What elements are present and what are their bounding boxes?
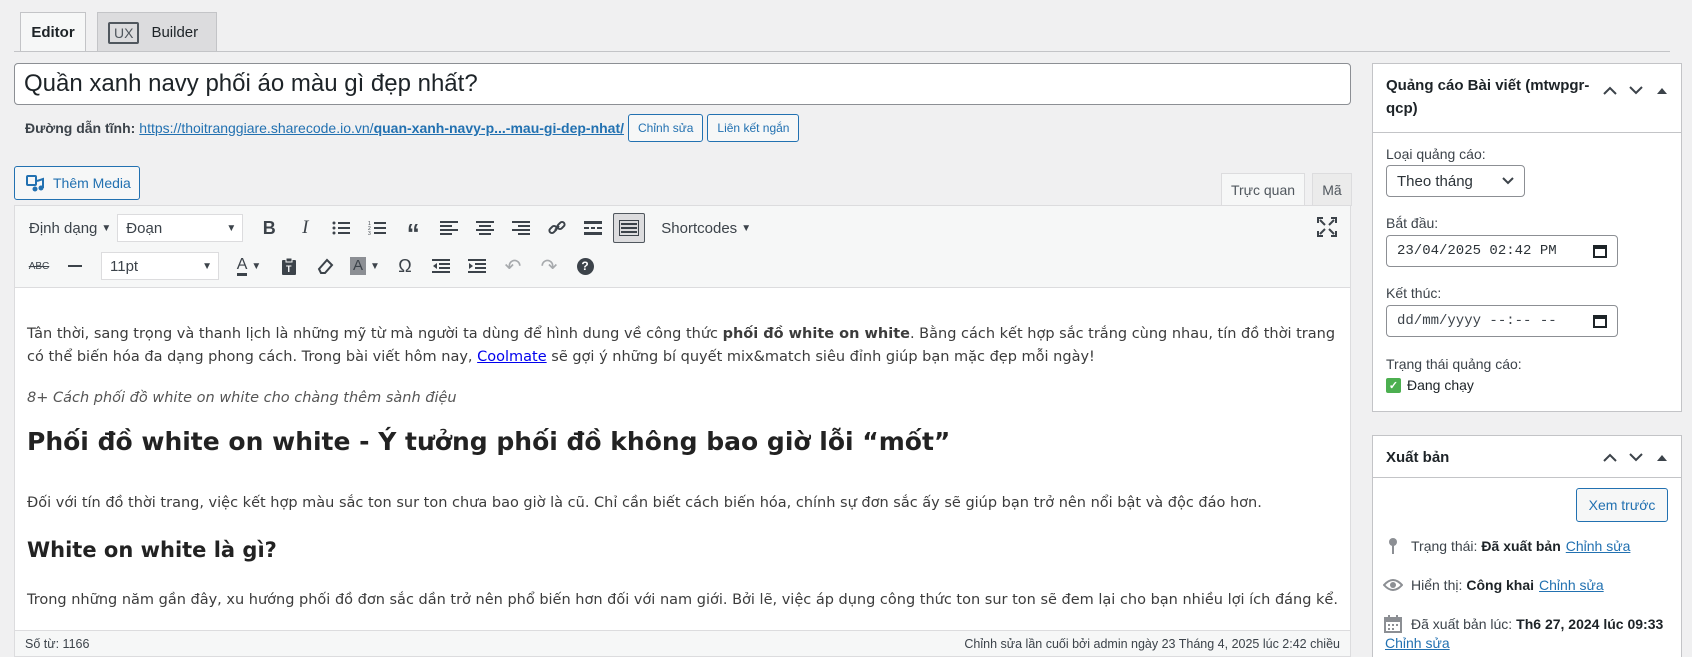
italic-icon[interactable]: I <box>289 213 321 243</box>
content-editor: Định dạng ▼ Đoạn ▼ B I 123 “ Shortcodes ▼ A… <box>14 205 1351 657</box>
paragraph: Trong những năm gần đây, xu hướng phối đ… <box>27 592 1338 608</box>
paragraph: Tân thời, sang trọng và thanh lịch là nh… <box>27 326 1336 365</box>
box-controls <box>1597 78 1675 102</box>
tab-ux-builder[interactable]: UX Builder <box>97 12 217 52</box>
permalink-row: Đường dẫn tĩnh: https://thoitranggiare.s… <box>25 113 800 143</box>
ad-type-label: Loại quảng cáo: <box>1386 146 1486 162</box>
publish-status-row: Trạng thái: Đã xuất bản Chỉnh sửa <box>1383 536 1630 556</box>
toolbar-row-1: Định dạng ▼ Đoạn ▼ B I 123 “ Shortcodes ▼ <box>23 211 757 246</box>
toolbar-toggle-icon[interactable] <box>613 213 646 243</box>
calendar-icon[interactable] <box>1593 314 1607 328</box>
toolbar-row-2: ABC 11pt ▼ A ▼ T A ▼ Ω ↶ ↷ ? <box>23 249 605 283</box>
heading-3: White on white là gì? <box>27 538 277 562</box>
bullet-list-icon[interactable] <box>325 213 357 243</box>
permalink-label: Đường dẫn tĩnh: <box>25 120 136 136</box>
read-more-icon[interactable] <box>577 213 609 243</box>
tab-text[interactable]: Mã <box>1312 173 1352 206</box>
visibility-row: Hiển thị: Công khai Chỉnh sửa <box>1383 575 1604 595</box>
eye-icon <box>1383 575 1403 595</box>
strikethrough-icon[interactable]: ABC <box>23 251 55 281</box>
pin-icon <box>1383 536 1403 556</box>
move-down-icon[interactable] <box>1623 445 1649 469</box>
paragraph: Đối với tín đồ thời trang, việc kết hợp … <box>27 495 1262 511</box>
ux-icon: UX <box>108 21 140 44</box>
background-color-icon[interactable]: A ▼ <box>345 251 385 281</box>
shortlink-button[interactable]: Liên kết ngắn <box>707 114 800 142</box>
redo-icon[interactable]: ↷ <box>533 251 565 281</box>
preview-button[interactable]: Xem trước <box>1576 488 1668 522</box>
move-down-icon[interactable] <box>1623 78 1649 102</box>
editor-status-bar: Số từ: 1166 Chỉnh sửa lần cuối bởi admin… <box>15 630 1350 656</box>
align-right-icon[interactable] <box>505 213 537 243</box>
edit-visibility-link[interactable]: Chỉnh sửa <box>1539 577 1604 593</box>
published-date-row: Đã xuất bản lúc: Th6 27, 2024 lúc 09:33 <box>1383 614 1663 634</box>
calendar-icon[interactable] <box>1593 244 1607 258</box>
undo-icon[interactable]: ↶ <box>497 251 529 281</box>
blockquote-icon[interactable]: “ <box>397 213 429 246</box>
chevron-down-icon <box>1502 177 1514 185</box>
paste-text-icon[interactable]: T <box>273 251 305 281</box>
ad-status-value: ✓ Đang chạy <box>1386 377 1474 393</box>
horizontal-line-icon[interactable] <box>59 251 91 281</box>
shortcodes-menu[interactable]: Shortcodes ▼ <box>655 213 757 243</box>
divider <box>14 51 1670 52</box>
special-character-icon[interactable]: Ω <box>389 251 421 281</box>
box-title: Quảng cáo Bài viết (mtwpgr-qcp) <box>1386 77 1590 117</box>
calendar-icon <box>1383 614 1403 634</box>
link-icon[interactable] <box>541 213 573 243</box>
coolmate-link[interactable]: Coolmate <box>477 349 547 365</box>
check-icon: ✓ <box>1386 377 1401 393</box>
start-date-label: Bắt đầu: <box>1386 215 1439 231</box>
ad-type-select[interactable]: Theo tháng <box>1386 165 1525 197</box>
chevron-down-icon: ▼ <box>226 222 237 234</box>
collapse-icon[interactable] <box>1649 78 1675 102</box>
indent-icon[interactable] <box>461 251 493 281</box>
align-left-icon[interactable] <box>433 213 465 243</box>
box-header: Xuất bản <box>1373 436 1681 478</box>
end-datetime-field[interactable]: dd/mm/yyyy --:-- -- <box>1386 305 1618 337</box>
permalink-edit-button[interactable]: Chỉnh sửa <box>628 114 704 142</box>
publish-box: Xuất bản Xem trước Trạng thái: Đã xuất bả… <box>1372 435 1682 657</box>
ad-settings-box: Quảng cáo Bài viết (mtwpgr-qcp) Loại quả… <box>1372 63 1682 412</box>
help-icon[interactable]: ? <box>569 251 601 281</box>
ad-status-label: Trạng thái quảng cáo: <box>1386 356 1522 372</box>
image-caption: 8+ Cách phối đồ white on white cho chàng… <box>27 390 457 406</box>
clear-formatting-icon[interactable] <box>309 251 341 281</box>
edit-status-link[interactable]: Chỉnh sửa <box>1566 538 1631 554</box>
word-count: Số từ: 1166 <box>25 636 90 651</box>
numbered-list-icon[interactable]: 123 <box>361 213 393 243</box>
svg-text:3: 3 <box>368 231 371 236</box>
post-title-input[interactable] <box>14 63 1351 105</box>
collapse-icon[interactable] <box>1649 445 1675 469</box>
svg-text:T: T <box>286 264 292 274</box>
chevron-down-icon: ▼ <box>202 260 212 272</box>
font-size-select[interactable]: 11pt ▼ <box>101 252 219 280</box>
move-up-icon[interactable] <box>1597 78 1623 102</box>
outdent-icon[interactable] <box>425 251 457 281</box>
fullscreen-icon[interactable] <box>1316 216 1338 238</box>
box-title: Xuất bản <box>1386 449 1450 466</box>
bold-icon[interactable]: B <box>253 213 285 243</box>
align-center-icon[interactable] <box>469 213 501 243</box>
chevron-down-icon: ▼ <box>741 222 752 234</box>
chevron-down-icon: ▼ <box>101 222 112 234</box>
text-color-icon[interactable]: A ▼ <box>229 251 269 281</box>
editor-toolbar: Định dạng ▼ Đoạn ▼ B I 123 “ Shortcodes ▼ A… <box>15 206 1350 288</box>
end-date-label: Kết thúc: <box>1386 285 1442 301</box>
tab-visual[interactable]: Trực quan <box>1221 173 1305 206</box>
move-up-icon[interactable] <box>1597 445 1623 469</box>
edit-published-date-link[interactable]: Chỉnh sửa <box>1385 635 1450 651</box>
start-datetime-field[interactable]: 23/04/2025 02:42 PM <box>1386 235 1618 267</box>
add-media-button[interactable]: Thêm Media <box>14 166 140 200</box>
tab-editor[interactable]: Editor <box>20 12 86 52</box>
heading-2: Phối đồ white on white - Ý tưởng phối đồ… <box>27 427 951 456</box>
paragraph-select[interactable]: Đoạn ▼ <box>117 214 244 242</box>
box-header: Quảng cáo Bài viết (mtwpgr-qcp) <box>1373 64 1681 133</box>
last-edit-info: Chỉnh sửa lần cuối bởi admin ngày 23 Thá… <box>964 636 1340 651</box>
box-controls <box>1597 445 1675 469</box>
media-icon <box>26 175 44 192</box>
format-menu[interactable]: Định dạng ▼ <box>23 213 117 243</box>
permalink-url[interactable]: https://thoitranggiare.sharecode.io.vn/q… <box>139 120 624 136</box>
